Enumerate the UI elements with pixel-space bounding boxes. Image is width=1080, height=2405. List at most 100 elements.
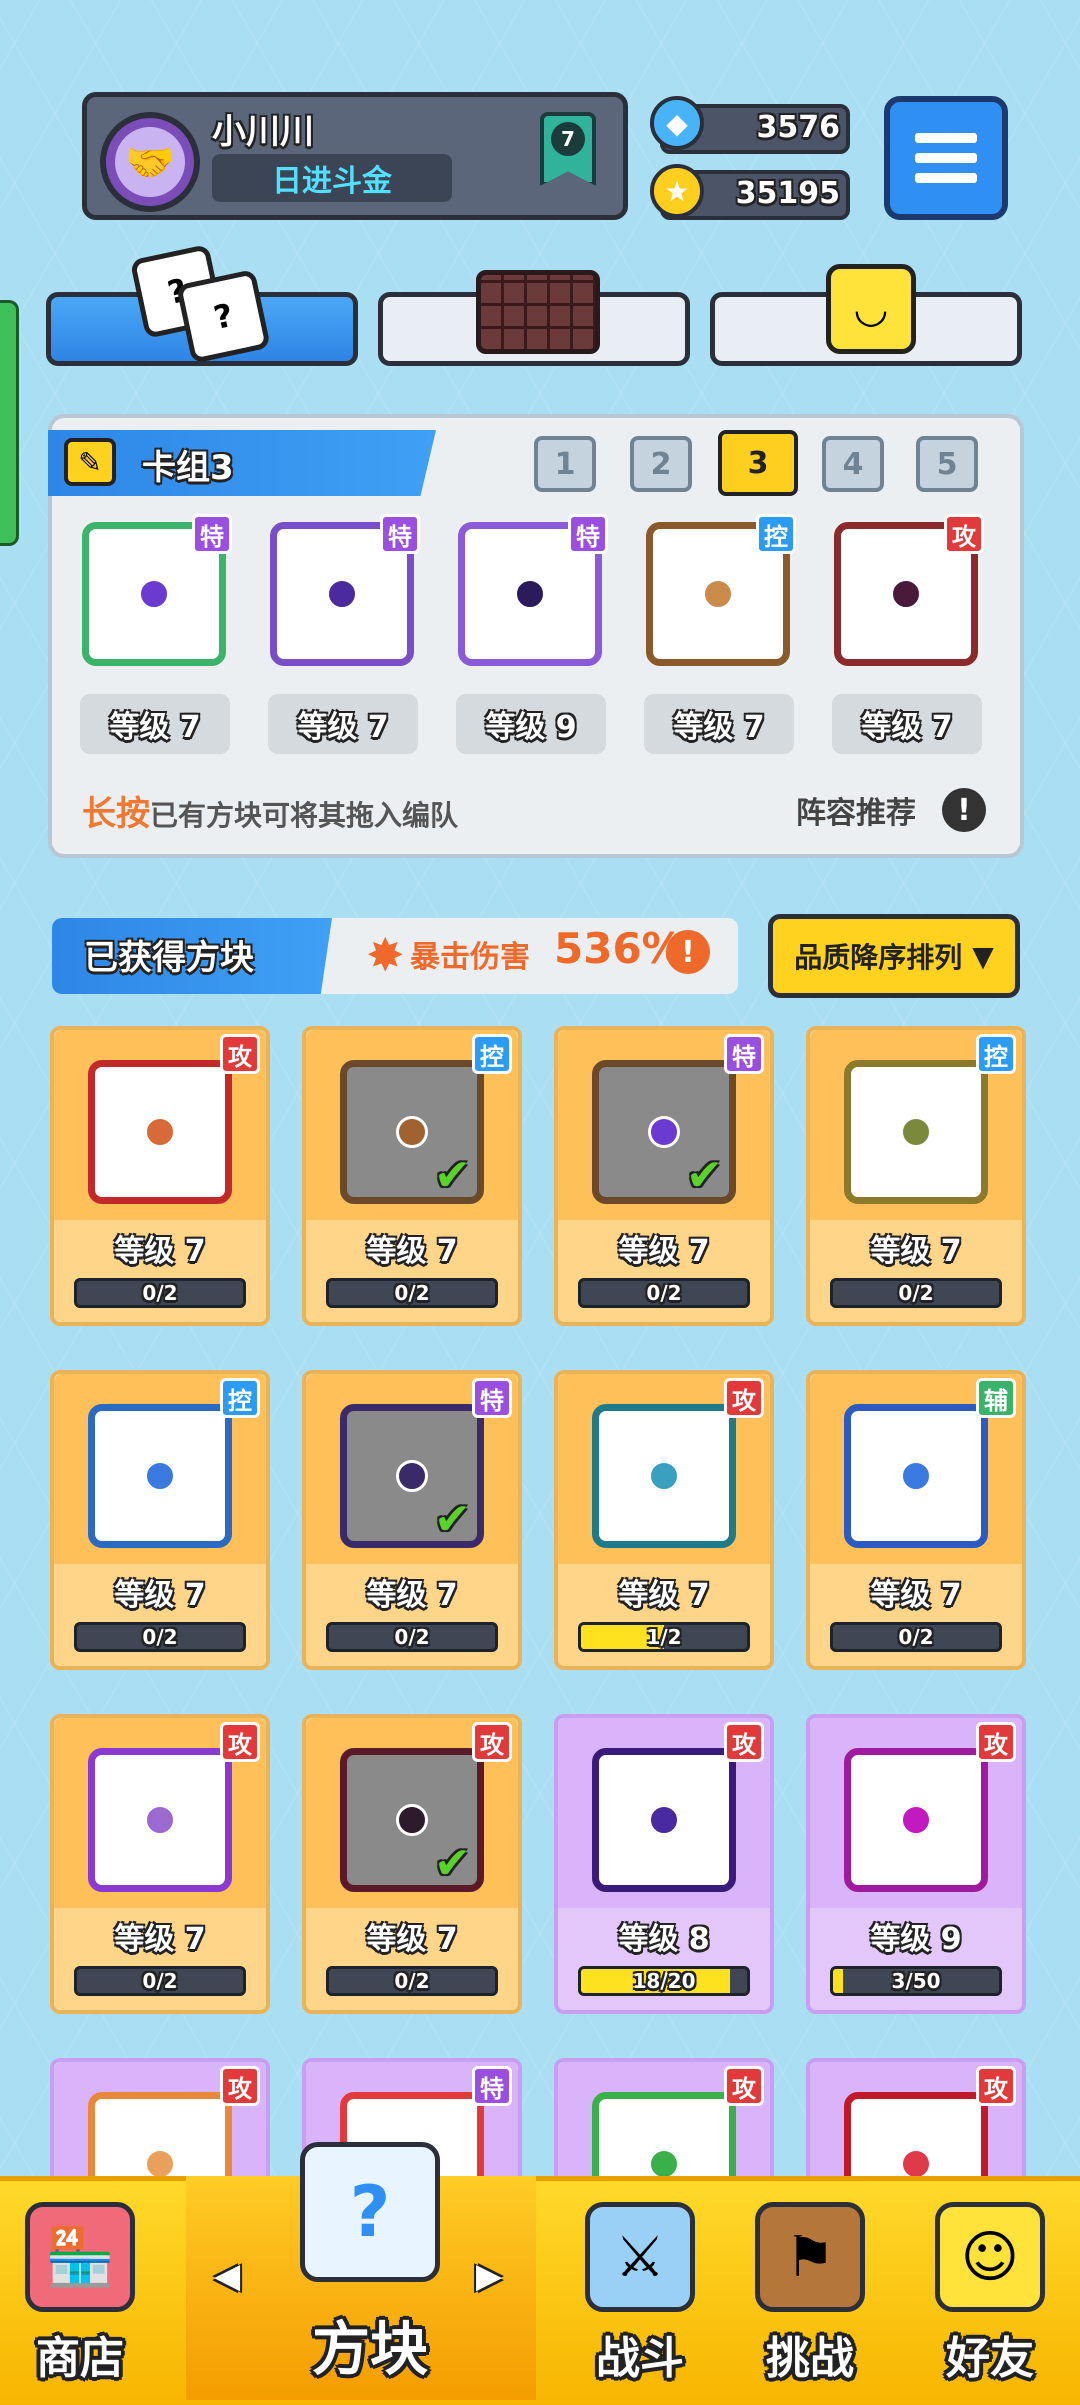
nav-challenge[interactable]: ⚑ 挑战 (730, 2176, 890, 2400)
friend-avatar-icon: ☺ (935, 2202, 1045, 2312)
equipped-check-icon: ✔ (434, 1494, 471, 1545)
type-tag: 攻 (724, 1378, 764, 1418)
owned-title: 已获得方块 (84, 938, 254, 978)
cube-pip (514, 578, 546, 610)
type-tag: 控 (756, 514, 796, 554)
owned-card[interactable]: 控 ✔ 等级 7 0/2 (302, 1026, 522, 1326)
crit-damage-label: 暴击伤害 (410, 940, 530, 975)
upgrade-progress-bar: 0/2 (830, 1278, 1002, 1308)
owned-cube (844, 1748, 988, 1892)
upgrade-progress-bar: 0/2 (74, 1278, 246, 1308)
owned-card[interactable]: 辅等级 7 0/2 (806, 1370, 1026, 1670)
cube-pip (326, 578, 358, 610)
cube-pip (900, 1804, 932, 1836)
signboard-icon: ⚑ (755, 2202, 865, 2312)
owned-card[interactable]: 攻等级 7 0/2 (50, 1026, 270, 1326)
shop-icon: 🏪 (25, 2202, 135, 2312)
prev-arrow-icon[interactable]: ◀ (214, 2256, 240, 2296)
lineup-info-icon[interactable]: ! (942, 788, 986, 832)
type-tag: 攻 (724, 1722, 764, 1762)
type-tag: 攻 (220, 1722, 260, 1762)
caret-down-icon: ▼ (972, 939, 994, 973)
progress-text: 0/2 (142, 1969, 178, 1993)
dice-icon: ? ? (129, 238, 271, 368)
nav-blocks-label: 方块 (311, 2315, 428, 2383)
type-tag: 特 (472, 1378, 512, 1418)
menu-icon (915, 133, 977, 143)
owned-card-level: 等级 7 (870, 1234, 962, 1269)
sort-dropdown[interactable]: 品质降序排列 ▼ (768, 914, 1020, 998)
crit-burst-icon: ✸ (366, 928, 405, 982)
owned-card-level: 等级 7 (618, 1234, 710, 1269)
cube-pip (900, 1460, 932, 1492)
cube-pip (648, 1116, 680, 1148)
upgrade-progress-bar: 18/20 (578, 1966, 750, 1996)
owned-card-level: 等级 7 (114, 1578, 206, 1613)
type-tag: 攻 (944, 514, 984, 554)
cube-pip (890, 578, 922, 610)
username: 小川川 (212, 112, 314, 152)
next-arrow-icon[interactable]: ▶ (476, 2256, 502, 2296)
type-tag: 攻 (724, 2066, 764, 2106)
equipped-check-icon: ✔ (434, 1838, 471, 1889)
cube-pip (138, 578, 170, 610)
rank-number: 7 (551, 122, 585, 156)
owned-card[interactable]: 控等级 7 0/2 (806, 1026, 1026, 1326)
owned-cube (844, 1060, 988, 1204)
type-tag: 控 (472, 1034, 512, 1074)
owned-card[interactable]: 攻等级 7 1/2 (554, 1370, 774, 1670)
owned-card-level: 等级 7 (366, 1922, 458, 1957)
upgrade-progress-bar: 0/2 (578, 1278, 750, 1308)
owned-card[interactable]: 特 ✔ 等级 7 0/2 (554, 1026, 774, 1326)
pencil-icon[interactable]: ✎ (64, 438, 116, 486)
type-tag: 控 (220, 1378, 260, 1418)
nav-friends[interactable]: ☺ 好友 (910, 2176, 1070, 2400)
owned-card[interactable]: 攻等级 7 0/2 (50, 1714, 270, 2014)
owned-card-level: 等级 7 (618, 1578, 710, 1613)
owned-cube (88, 1404, 232, 1548)
nav-friends-label: 好友 (946, 2333, 1034, 2384)
deck-slot-1[interactable]: 1 (534, 436, 596, 492)
side-drawer-tab[interactable] (0, 300, 19, 546)
lineup-recommend-label[interactable]: 阵容推荐 (796, 788, 916, 832)
owned-card[interactable]: 控等级 7 0/2 (50, 1370, 270, 1670)
owned-card[interactable]: 攻等级 8 18/20 (554, 1714, 774, 2014)
drag-hint: 长按已有方块可将其拖入编队 (82, 794, 459, 834)
deck-slot-3[interactable]: 3 (718, 430, 798, 496)
type-tag: 攻 (472, 1722, 512, 1762)
owned-cube (844, 1404, 988, 1548)
upgrade-progress-bar: 1/2 (578, 1622, 750, 1652)
nav-shop[interactable]: 🏪 商店 (0, 2176, 160, 2400)
deck-slot-4[interactable]: 4 (822, 436, 884, 492)
progress-text: 0/2 (898, 1625, 934, 1649)
deck-card-level: 等级 7 (644, 694, 794, 754)
type-tag: 攻 (976, 1722, 1016, 1762)
progress-text: 3/50 (891, 1969, 941, 1993)
crit-info-icon[interactable]: ! (666, 930, 710, 974)
type-tag: 辅 (976, 1378, 1016, 1418)
deck-slot-2[interactable]: 2 (630, 436, 692, 492)
handshake-icon: 🤝 (115, 127, 185, 197)
owned-card[interactable]: 特 ✔ 等级 7 0/2 (302, 1370, 522, 1670)
owned-card-level: 等级 8 (618, 1922, 710, 1957)
deck-card-level: 等级 7 (832, 694, 982, 754)
upgrade-progress-bar: 0/2 (326, 1278, 498, 1308)
deck-slot-5[interactable]: 5 (916, 436, 978, 492)
menu-button[interactable] (884, 96, 1008, 220)
cube-pip (702, 578, 734, 610)
cube-pip (648, 1460, 680, 1492)
sort-label: 品质降序排列 (794, 941, 963, 974)
avatar[interactable]: 🤝 (100, 112, 200, 212)
owned-card-level: 等级 7 (870, 1578, 962, 1613)
upgrade-progress-bar: 0/2 (326, 1622, 498, 1652)
nav-challenge-label: 挑战 (766, 2333, 854, 2384)
nav-blocks[interactable]: ? 方块 (260, 2096, 480, 2400)
progress-text: 0/2 (142, 1281, 178, 1305)
owned-cube (592, 1404, 736, 1548)
crit-damage-value: 536% (554, 924, 684, 973)
board-icon (476, 270, 600, 354)
owned-card[interactable]: 攻等级 9 3/50 (806, 1714, 1026, 2014)
owned-card[interactable]: 攻 ✔ 等级 7 0/2 (302, 1714, 522, 2014)
owned-cube (592, 1748, 736, 1892)
nav-battle[interactable]: ⚔ 战斗 (560, 2176, 720, 2400)
